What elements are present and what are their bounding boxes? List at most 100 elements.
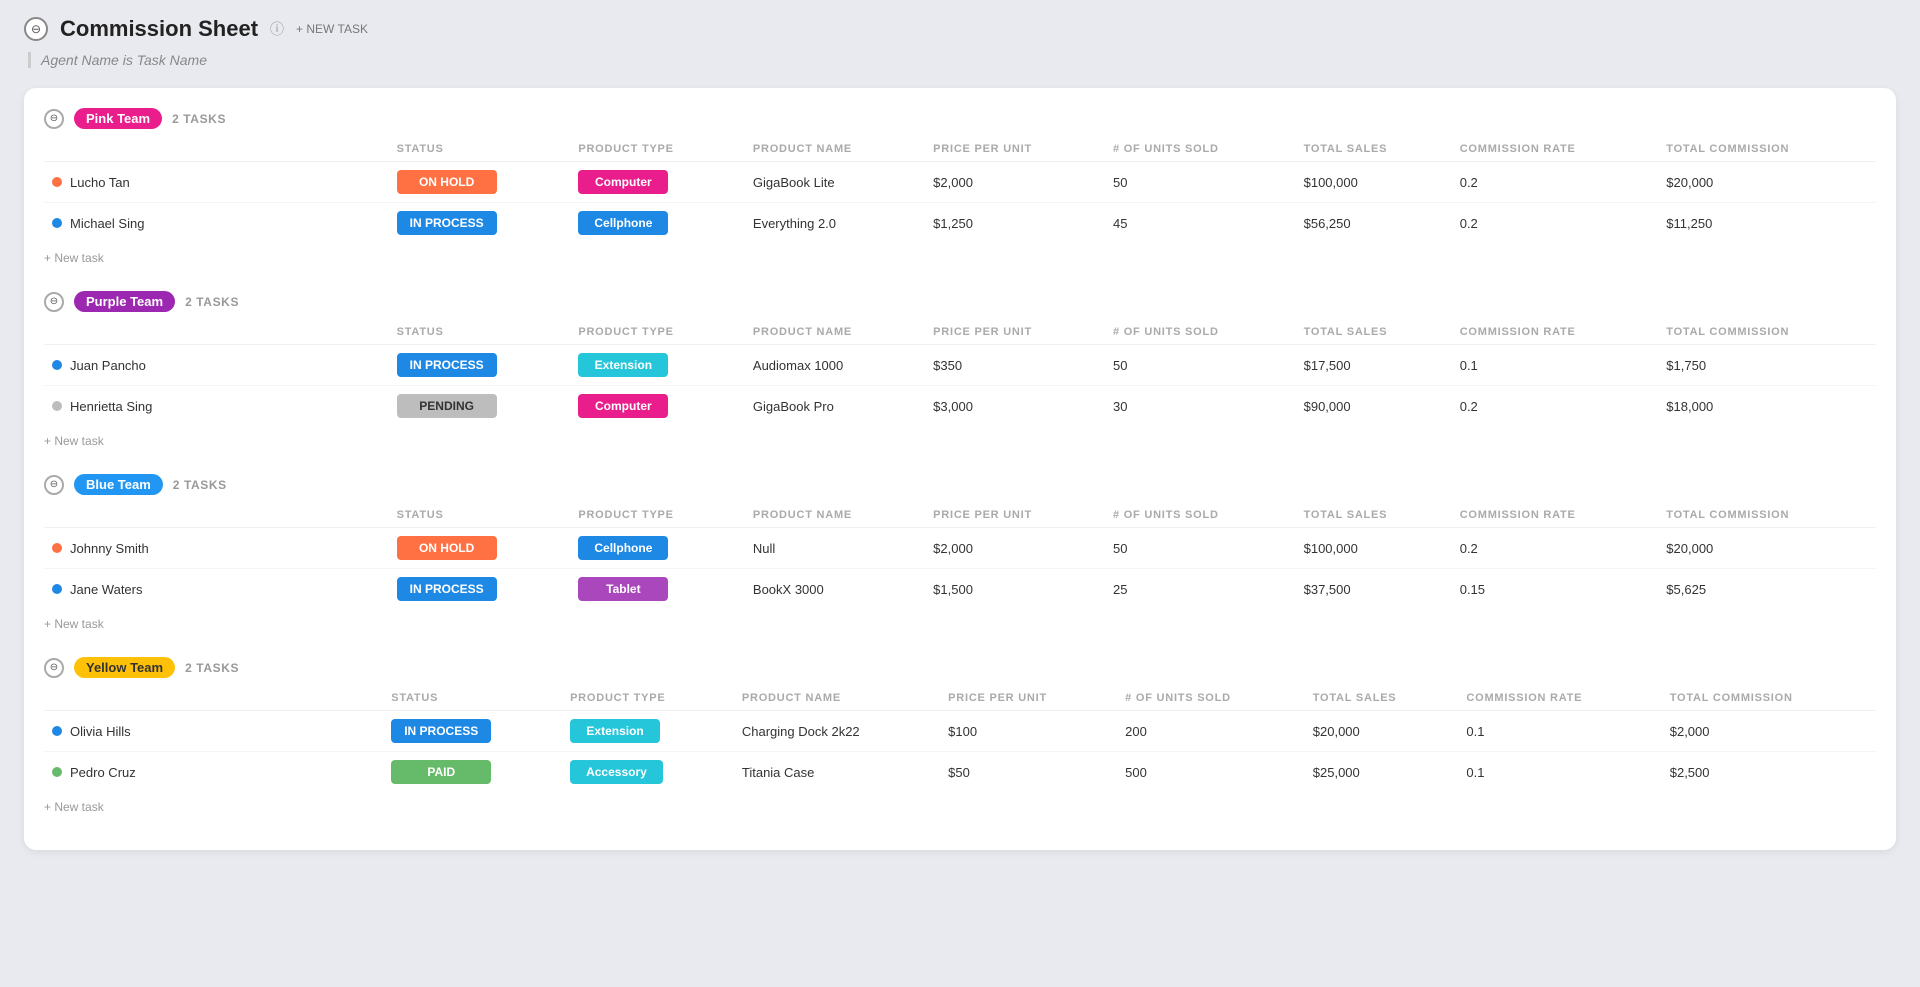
- status-badge[interactable]: IN PROCESS: [397, 211, 497, 235]
- status-cell: PAID: [383, 752, 562, 793]
- status-badge[interactable]: ON HOLD: [397, 170, 497, 194]
- col-header-status: STATUS: [389, 503, 571, 528]
- product-type-cell: Extension: [562, 711, 734, 752]
- units-sold-cell: 500: [1117, 752, 1305, 793]
- table-row: Lucho TanON HOLDComputerGigaBook Lite$2,…: [44, 162, 1876, 203]
- col-header-price_per_unit: PRICE PER UNIT: [925, 503, 1105, 528]
- group-label-blue-team: Blue Team: [74, 474, 163, 495]
- commission-rate-cell: 0.2: [1452, 162, 1659, 203]
- price-per-unit-cell: $100: [940, 711, 1117, 752]
- table-blue-team: STATUSPRODUCT TYPEPRODUCT NAMEPRICE PER …: [44, 503, 1876, 609]
- status-cell: ON HOLD: [389, 162, 571, 203]
- agent-name: Pedro Cruz: [70, 765, 136, 780]
- product-type-badge[interactable]: Computer: [578, 394, 668, 418]
- table-row: Michael SingIN PROCESSCellphoneEverythin…: [44, 203, 1876, 244]
- col-header-commission_rate: COMMISSION RATE: [1452, 320, 1659, 345]
- status-badge[interactable]: IN PROCESS: [397, 577, 497, 601]
- col-header-total_commission: TOTAL COMMISSION: [1658, 503, 1876, 528]
- col-header-price_per_unit: PRICE PER UNIT: [925, 137, 1105, 162]
- product-type-badge[interactable]: Extension: [570, 719, 660, 743]
- product-name-cell: Charging Dock 2k22: [734, 711, 940, 752]
- total-sales-cell: $100,000: [1296, 162, 1452, 203]
- new-task-header-button[interactable]: + NEW TASK: [296, 22, 368, 36]
- col-header-total_commission: TOTAL COMMISSION: [1658, 137, 1876, 162]
- table-row: Olivia HillsIN PROCESSExtensionCharging …: [44, 711, 1876, 752]
- status-cell: IN PROCESS: [389, 203, 571, 244]
- table-wrapper-pink-team: STATUSPRODUCT TYPEPRODUCT NAMEPRICE PER …: [44, 137, 1876, 243]
- product-type-badge[interactable]: Extension: [578, 353, 668, 377]
- new-task-link-yellow-team[interactable]: + New task: [44, 798, 104, 816]
- col-header-status: STATUS: [383, 686, 562, 711]
- product-type-badge[interactable]: Cellphone: [578, 536, 668, 560]
- col-header-total_commission: TOTAL COMMISSION: [1662, 686, 1876, 711]
- agent-cell-2-0: Johnny Smith: [44, 528, 389, 569]
- product-type-badge[interactable]: Accessory: [570, 760, 663, 784]
- status-badge[interactable]: PENDING: [397, 394, 497, 418]
- agent-cell-1-0: Juan Pancho: [44, 345, 389, 386]
- col-header-total_sales: TOTAL SALES: [1296, 503, 1452, 528]
- group-header-pink-team: ⊖ Pink Team 2 TASKS: [44, 108, 1876, 129]
- price-per-unit-cell: $50: [940, 752, 1117, 793]
- units-sold-cell: 200: [1117, 711, 1305, 752]
- col-header-agent: [44, 137, 389, 162]
- table-row: Johnny SmithON HOLDCellphoneNull$2,00050…: [44, 528, 1876, 569]
- group-label-yellow-team: Yellow Team: [74, 657, 175, 678]
- agent-dot: [52, 401, 62, 411]
- status-badge[interactable]: ON HOLD: [397, 536, 497, 560]
- col-header-agent: [44, 320, 389, 345]
- total-commission-cell: $1,750: [1658, 345, 1876, 386]
- col-header-product_name: PRODUCT NAME: [745, 320, 925, 345]
- task-count-pink-team: 2 TASKS: [172, 112, 226, 126]
- col-header-total_sales: TOTAL SALES: [1305, 686, 1459, 711]
- total-sales-cell: $37,500: [1296, 569, 1452, 610]
- total-commission-cell: $5,625: [1658, 569, 1876, 610]
- new-task-link-purple-team[interactable]: + New task: [44, 432, 104, 450]
- product-type-badge[interactable]: Tablet: [578, 577, 668, 601]
- units-sold-cell: 25: [1105, 569, 1296, 610]
- units-sold-cell: 50: [1105, 162, 1296, 203]
- group-label-pink-team: Pink Team: [74, 108, 162, 129]
- collapse-btn-purple-team[interactable]: ⊖: [44, 292, 64, 312]
- col-header-units_sold: # OF UNITS SOLD: [1105, 503, 1296, 528]
- main-card: ⊖Pink Team2 TASKSSTATUSPRODUCT TYPEPRODU…: [24, 88, 1896, 850]
- product-type-cell: Accessory: [562, 752, 734, 793]
- collapse-btn-blue-team[interactable]: ⊖: [44, 475, 64, 495]
- product-type-badge[interactable]: Computer: [578, 170, 668, 194]
- product-name-cell: Audiomax 1000: [745, 345, 925, 386]
- status-badge[interactable]: PAID: [391, 760, 491, 784]
- units-sold-cell: 30: [1105, 386, 1296, 427]
- agent-dot: [52, 584, 62, 594]
- collapse-btn-pink-team[interactable]: ⊖: [44, 109, 64, 129]
- status-badge[interactable]: IN PROCESS: [391, 719, 491, 743]
- task-count-blue-team: 2 TASKS: [173, 478, 227, 492]
- total-sales-cell: $90,000: [1296, 386, 1452, 427]
- group-label-purple-team: Purple Team: [74, 291, 175, 312]
- status-cell: IN PROCESS: [389, 569, 571, 610]
- commission-rate-cell: 0.1: [1452, 345, 1659, 386]
- product-type-cell: Cellphone: [570, 528, 745, 569]
- col-header-status: STATUS: [389, 320, 571, 345]
- new-task-link-blue-team[interactable]: + New task: [44, 615, 104, 633]
- product-name-cell: BookX 3000: [745, 569, 925, 610]
- task-count-purple-team: 2 TASKS: [185, 295, 239, 309]
- group-yellow-team: ⊖ Yellow Team 2 TASKS STATUSPRODUCT TYPEPRO…: [44, 657, 1876, 816]
- subtitle: Agent Name is Task Name: [28, 52, 1896, 68]
- agent-name: Henrietta Sing: [70, 399, 152, 414]
- new-task-link-pink-team[interactable]: + New task: [44, 249, 104, 267]
- group-blue-team: ⊖ Blue Team 2 TASKS STATUSPRODUCT TYPEPRODU…: [44, 474, 1876, 633]
- table-wrapper-yellow-team: STATUSPRODUCT TYPEPRODUCT NAMEPRICE PER …: [44, 686, 1876, 792]
- product-type-cell: Tablet: [570, 569, 745, 610]
- agent-dot: [52, 360, 62, 370]
- collapse-btn-yellow-team[interactable]: ⊖: [44, 658, 64, 678]
- info-icon[interactable]: ⓘ: [270, 19, 284, 39]
- product-type-badge[interactable]: Cellphone: [578, 211, 668, 235]
- task-count-yellow-team: 2 TASKS: [185, 661, 239, 675]
- col-header-commission_rate: COMMISSION RATE: [1452, 137, 1659, 162]
- status-badge[interactable]: IN PROCESS: [397, 353, 497, 377]
- col-header-product_type: PRODUCT TYPE: [570, 320, 745, 345]
- agent-dot: [52, 767, 62, 777]
- units-sold-cell: 50: [1105, 528, 1296, 569]
- page-collapse-button[interactable]: ⊖: [24, 17, 48, 41]
- commission-rate-cell: 0.15: [1452, 569, 1659, 610]
- col-header-product_name: PRODUCT NAME: [734, 686, 940, 711]
